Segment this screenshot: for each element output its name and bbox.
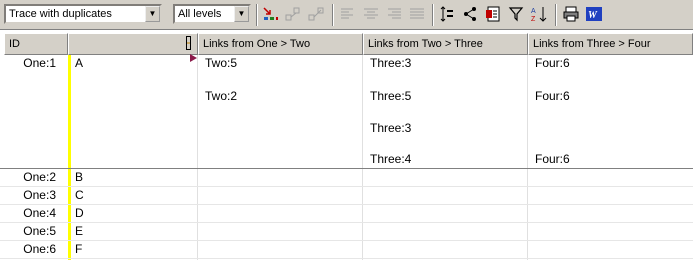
levels-select[interactable]: All levels ▼: [173, 4, 251, 24]
header-id[interactable]: ID: [4, 33, 68, 55]
trace-grid: ID Links from One > Two Links from Two >…: [0, 31, 693, 260]
svg-text:A: A: [531, 8, 536, 15]
svg-text:Z: Z: [531, 16, 536, 23]
row-id: One:6: [23, 242, 56, 256]
toolbar-separator: [555, 4, 557, 26]
row-divider: [0, 258, 693, 259]
row-divider: [0, 186, 693, 187]
reduce-icon[interactable]: [261, 5, 279, 23]
column-divider: [362, 55, 363, 260]
row-name: E: [75, 224, 84, 238]
link-cell: Three:4: [370, 152, 412, 166]
chevron-down-icon[interactable]: ▼: [234, 6, 249, 22]
row-id: One:3: [23, 188, 56, 202]
column-divider: [527, 55, 528, 260]
header-links-two-three[interactable]: Links from Two > Three: [363, 33, 528, 55]
justify-icon[interactable]: [408, 5, 426, 23]
trace-mode-select[interactable]: Trace with duplicates ▼: [4, 4, 162, 24]
row-divider: [0, 204, 693, 205]
row-id: One:4: [23, 206, 56, 220]
toolbar-separator: [332, 4, 334, 26]
chevron-down-icon[interactable]: ▼: [145, 6, 160, 22]
align-left-icon[interactable]: [339, 5, 357, 23]
row-divider: [0, 240, 693, 241]
link-icon[interactable]: [461, 5, 479, 23]
toolbar-separator: [432, 4, 434, 26]
row-id: One:1: [23, 56, 56, 70]
link-cell: Four:6: [535, 152, 570, 166]
toolbar-separator: [256, 4, 258, 26]
align-center-icon[interactable]: [362, 5, 380, 23]
svg-text:W: W: [588, 10, 598, 21]
row-name: C: [75, 188, 84, 202]
header-links-one-two[interactable]: Links from One > Two: [198, 33, 363, 55]
row-name: D: [75, 206, 84, 220]
row-divider: [0, 168, 693, 169]
row-id: One:5: [23, 224, 56, 238]
column-divider: [197, 55, 198, 260]
link-cell: Three:5: [370, 89, 412, 103]
toolbar: Trace with duplicates ▼ All levels ▼ AZ: [0, 0, 693, 30]
filter-icon[interactable]: [507, 5, 525, 23]
row-name: A: [75, 56, 84, 70]
link-cell: Four:6: [535, 56, 570, 70]
word-icon[interactable]: W: [585, 5, 603, 23]
selection-bar: [68, 55, 71, 260]
row-id: One:2: [23, 170, 56, 184]
sort-icon[interactable]: AZ: [530, 5, 548, 23]
align-right-icon[interactable]: [385, 5, 403, 23]
row-divider: [0, 222, 693, 223]
trace-mode-value: Trace with duplicates: [9, 8, 112, 20]
row-height-icon[interactable]: [438, 5, 456, 23]
row-name: F: [75, 242, 83, 256]
report-icon[interactable]: [484, 5, 502, 23]
row-marker-icon: [190, 54, 197, 62]
collapse-icon[interactable]: [307, 5, 325, 23]
link-cell: Four:6: [535, 89, 570, 103]
row-name: B: [75, 170, 84, 184]
link-cell: Three:3: [370, 56, 412, 70]
link-cell: Three:3: [370, 121, 412, 135]
link-cell: Two:2: [205, 89, 238, 103]
expand-icon[interactable]: [284, 5, 302, 23]
link-cell: Two:5: [205, 56, 238, 70]
print-icon[interactable]: [562, 5, 580, 23]
header-links-three-four[interactable]: Links from Three > Four: [528, 33, 693, 55]
header-name[interactable]: [68, 33, 198, 55]
levels-value: All levels: [178, 8, 222, 20]
column-resize-icon[interactable]: [186, 36, 191, 50]
